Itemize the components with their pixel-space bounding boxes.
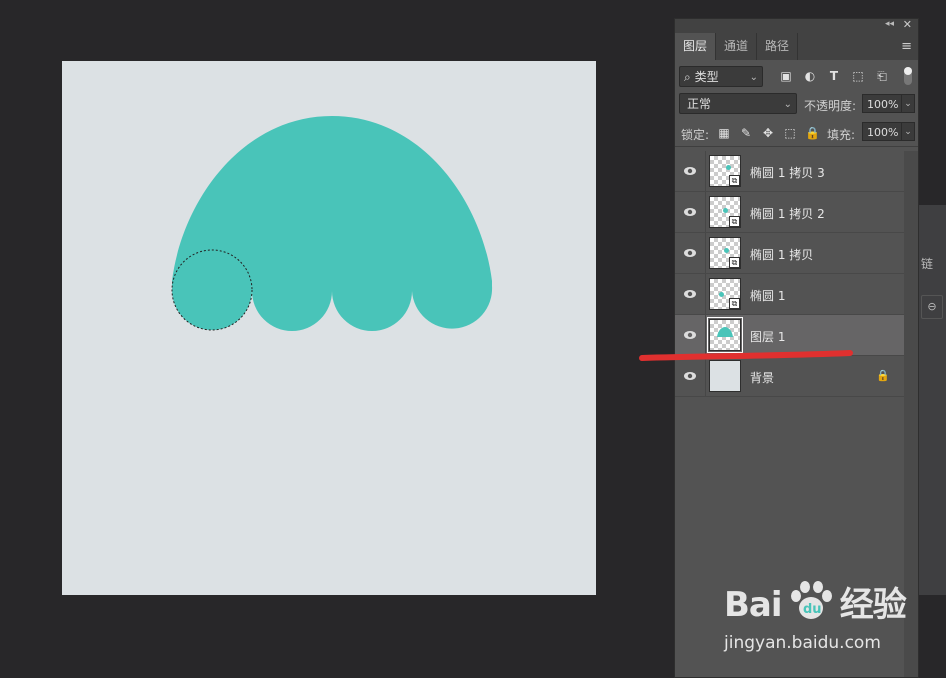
layer-thumbnail: ⧉ <box>709 278 741 310</box>
layer-thumbnail <box>709 360 741 392</box>
layer-name[interactable]: 椭圆 1 拷贝 2 <box>750 205 825 222</box>
thumbnail-dot <box>719 292 724 297</box>
layer-row[interactable]: ⧉ 椭圆 1 <box>675 274 904 315</box>
close-icon[interactable]: ✕ <box>903 18 912 31</box>
photoshop-workspace: 链 ⊖ ◂◂ ✕ 图层 通道 路径 ≡ ⌕ 类型 ⌄ ▣ ◐ T ⬚ ⎗ 正常 … <box>0 0 946 678</box>
canvas-artwork <box>171 116 493 331</box>
smart-object-icon: ⧉ <box>729 257 740 268</box>
tab-channels[interactable]: 通道 <box>716 33 758 60</box>
fill-input[interactable]: 100% <box>862 122 902 141</box>
divider <box>705 315 706 355</box>
blend-mode-value: 正常 <box>687 97 712 111</box>
thumbnail-dot <box>726 165 731 170</box>
divider <box>705 274 706 314</box>
filter-kind-select[interactable]: ⌕ 类型 ⌄ <box>679 66 763 87</box>
watermark-brand-suffix: 经验 <box>839 585 907 625</box>
lock-label: 锁定: <box>681 128 710 142</box>
smart-object-icon: ⧉ <box>729 298 740 309</box>
filter-kind-label: 类型 <box>694 70 719 84</box>
layer-list: ⧉ 椭圆 1 拷贝 3 ⧉ 椭圆 1 拷贝 2 ⧉ 椭圆 1 拷贝 ⧉ 椭圆 1… <box>675 151 904 397</box>
divider <box>705 233 706 273</box>
document-canvas[interactable] <box>62 61 596 595</box>
layers-scrollbar[interactable] <box>904 151 918 677</box>
eye-icon[interactable] <box>683 287 697 301</box>
fill-dropdown-icon[interactable]: ⌄ <box>901 122 915 141</box>
blend-mode-select[interactable]: 正常 ⌄ <box>679 93 797 114</box>
shape-filter-icon[interactable]: ⬚ <box>851 69 865 83</box>
divider <box>705 192 706 232</box>
link-icon[interactable]: ⊖ <box>921 295 943 319</box>
chevron-down-icon: ⌄ <box>783 99 792 110</box>
blend-row: 正常 ⌄ 不透明度: 100% ⌄ <box>675 90 918 118</box>
opacity-dropdown-icon[interactable]: ⌄ <box>901 94 915 113</box>
search-icon: ⌕ <box>684 70 691 84</box>
panel-tabs: 图层 通道 路径 ≡ <box>675 33 918 60</box>
filter-row: ⌕ 类型 ⌄ ▣ ◐ T ⬚ ⎗ <box>675 60 918 90</box>
adjustment-filter-icon[interactable]: ◐ <box>803 69 817 83</box>
image-filter-icon[interactable]: ▣ <box>779 69 793 83</box>
thumbnail-dot <box>724 248 729 253</box>
divider <box>705 356 706 396</box>
lock-row: 锁定: ▦ ✎ ✥ ⬚ 🔒 填充: 100% ⌄ <box>675 118 918 147</box>
layer-row[interactable]: 背景 🔒 <box>675 356 904 397</box>
type-filter-icon[interactable]: T <box>827 69 841 83</box>
layer-thumbnail: ⧉ <box>709 155 741 187</box>
fill-label: 填充: <box>827 128 856 142</box>
chevron-down-icon: ⌄ <box>749 72 758 83</box>
lock-all-icon[interactable]: 🔒 <box>805 126 820 140</box>
opacity-input[interactable]: 100% <box>862 94 902 113</box>
layer-name[interactable]: 背景 <box>750 369 774 386</box>
dome-thumbnail-icon <box>717 327 733 337</box>
lock-transparent-icon[interactable]: ▦ <box>717 126 731 140</box>
divider <box>705 151 706 191</box>
collapse-icon[interactable]: ◂◂ <box>885 19 894 29</box>
filter-toggle[interactable] <box>904 67 912 85</box>
layer-row-selected[interactable]: 图层 1 <box>675 315 904 356</box>
smart-object-icon: ⧉ <box>729 216 740 227</box>
layer-name[interactable]: 椭圆 1 <box>750 287 785 304</box>
eye-icon[interactable] <box>683 164 697 178</box>
watermark-site: jingyan.baidu.com <box>724 633 881 653</box>
edge-tab-label: 链 <box>921 257 934 271</box>
layer-thumbnail: ⧉ <box>709 237 741 269</box>
panel-menu-icon[interactable]: ≡ <box>901 39 912 54</box>
eye-icon[interactable] <box>683 328 697 342</box>
layer-thumbnail: ⧉ <box>709 196 741 228</box>
layer-name[interactable]: 图层 1 <box>750 328 785 345</box>
eye-icon[interactable] <box>683 246 697 260</box>
opacity-label: 不透明度: <box>804 99 857 113</box>
layer-name[interactable]: 椭圆 1 拷贝 3 <box>750 164 825 181</box>
layer-row[interactable]: ⧉ 椭圆 1 拷贝 2 <box>675 192 904 233</box>
layer-row[interactable]: ⧉ 椭圆 1 拷贝 <box>675 233 904 274</box>
properties-panel-edge: 链 ⊖ <box>918 205 946 595</box>
baidu-watermark: Bai du 经验 jingyan.baidu.com <box>724 577 907 653</box>
lock-paint-icon[interactable]: ✎ <box>739 126 753 140</box>
panel-header: ◂◂ ✕ <box>675 18 918 33</box>
lock-icon: 🔒 <box>876 369 890 382</box>
tab-layers[interactable]: 图层 <box>675 33 717 60</box>
lock-artboard-icon[interactable]: ⬚ <box>783 126 797 140</box>
layer-thumbnail <box>707 317 743 353</box>
eye-icon[interactable] <box>683 369 697 383</box>
layer-row[interactable]: ⧉ 椭圆 1 拷贝 3 <box>675 151 904 192</box>
eye-icon[interactable] <box>683 205 697 219</box>
smart-object-filter-icon[interactable]: ⎗ <box>875 69 889 83</box>
lock-move-icon[interactable]: ✥ <box>761 126 775 140</box>
thumbnail-dot <box>723 208 728 213</box>
layer-name[interactable]: 椭圆 1 拷贝 <box>750 246 813 263</box>
tab-paths[interactable]: 路径 <box>757 33 799 60</box>
smart-object-icon: ⧉ <box>729 175 740 186</box>
paw-icon: du <box>790 581 832 619</box>
svg-text:du: du <box>803 602 822 617</box>
watermark-brand-prefix: Bai <box>724 585 783 625</box>
